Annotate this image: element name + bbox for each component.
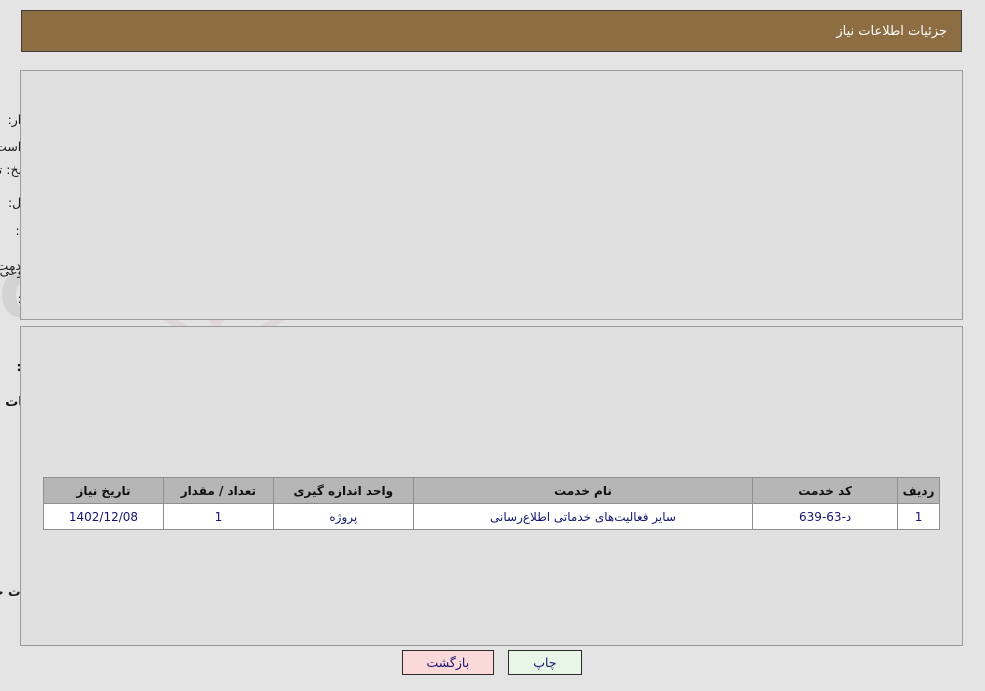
page-root: AriaTender.net جزئیات اطلاعات نیاز شماره… xyxy=(0,0,985,691)
print-button[interactable]: چاپ xyxy=(509,650,583,675)
th-service-code: کد خدمت xyxy=(753,477,900,504)
table-header-row: ردیف کد خدمت نام خدمت واحد اندازه گیری ت… xyxy=(44,477,941,504)
need-info-panel xyxy=(21,70,964,320)
th-quantity: تعداد / مقدار xyxy=(163,477,275,504)
page-header: جزئیات اطلاعات نیاز xyxy=(22,10,963,52)
cell-unit: پروژه xyxy=(273,503,415,530)
cell-row-no: 1 xyxy=(898,503,941,530)
cell-service-name: سایر فعالیت‌های خدماتی اطلاع‌رسانی xyxy=(413,503,755,530)
table-row[interactable]: 1 د-63-639 سایر فعالیت‌های خدماتی اطلاع‌… xyxy=(44,503,941,530)
back-button[interactable]: بازگشت xyxy=(402,650,496,675)
cell-need-date: 1402/12/08 xyxy=(44,503,165,530)
th-unit: واحد اندازه گیری xyxy=(273,477,415,504)
th-row-no: ردیف xyxy=(898,477,941,504)
page-title: جزئیات اطلاعات نیاز xyxy=(837,23,948,39)
services-table: ردیف کد خدمت نام خدمت واحد اندازه گیری ت… xyxy=(44,477,941,530)
footer-buttons: چاپ بازگشت xyxy=(0,650,985,675)
cell-quantity: 1 xyxy=(163,503,275,530)
th-service-name: نام خدمت xyxy=(413,477,755,504)
th-need-date: تاریخ نیاز xyxy=(44,477,165,504)
cell-service-code: د-63-639 xyxy=(753,503,900,530)
